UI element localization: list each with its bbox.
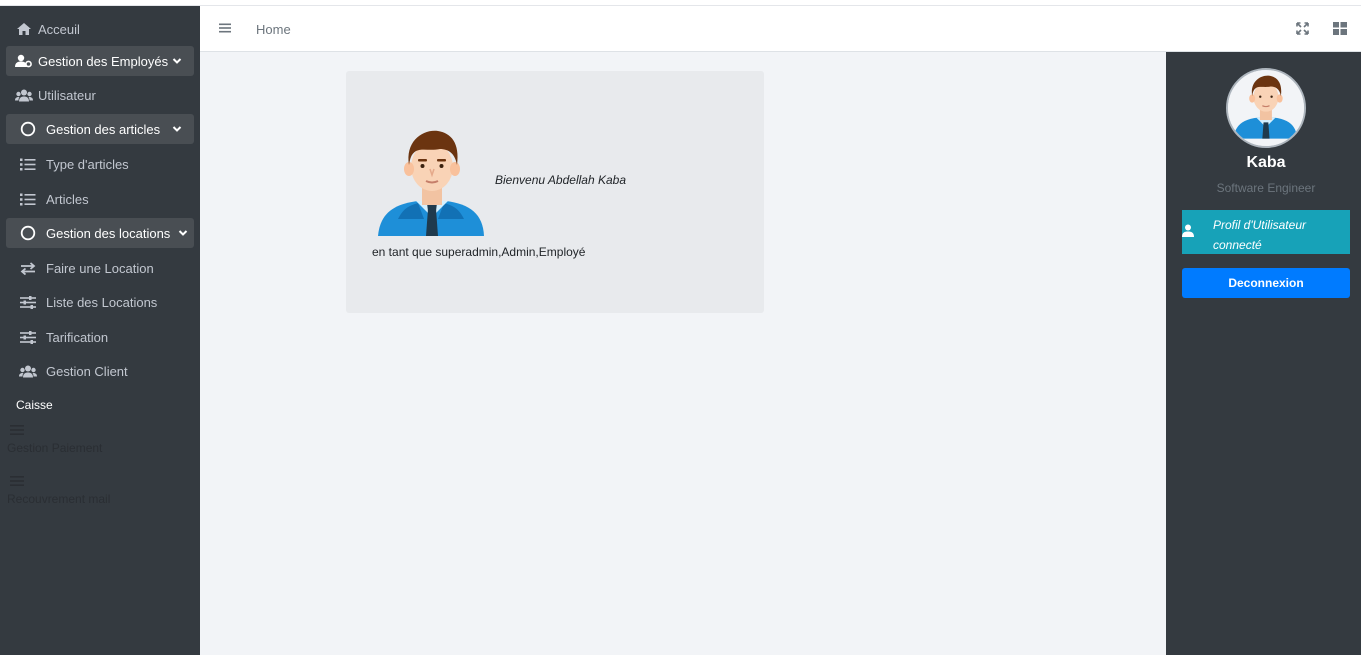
sidebar-item-articles[interactable]: Articles (6, 184, 194, 214)
top-navbar: Home (200, 6, 1361, 52)
profile-link-label: Profil d'Utilisateur connecté (1213, 218, 1306, 252)
sidebar-item-label: Gestion Paiement (7, 441, 103, 455)
sidebar-item-gestion-paiement[interactable]: Gestion Paiement (7, 424, 102, 455)
user-gear-icon (14, 54, 34, 68)
users-icon (18, 365, 38, 378)
welcome-message: Bienvenu Abdellah Kaba (495, 173, 626, 187)
hamburger-icon[interactable] (219, 22, 232, 37)
chevron-down-icon (172, 122, 182, 137)
sidebar-item-label: Gestion Client (46, 363, 128, 379)
sidebar-item-faire-location[interactable]: Faire une Location (6, 253, 194, 283)
grid-icon[interactable] (1333, 22, 1347, 38)
sidebar-item-label: Recouvrement mail (7, 492, 111, 506)
profile-job-title: Software Engineer (1216, 181, 1316, 195)
user-icon (1182, 224, 1194, 240)
hamburger-icon (10, 475, 110, 490)
sidebar-item-label: Gestion des Employés (38, 53, 169, 69)
sliders-icon (18, 330, 38, 344)
sidebar-item-label: Liste des Locations (46, 294, 158, 310)
users-icon (14, 89, 34, 102)
sidebar-item-liste-locations[interactable]: Liste des Locations (6, 287, 194, 317)
user-profile-panel: Kaba Software Engineer Profil d'Utilisat… (1166, 52, 1361, 655)
sidebar-item-tarification[interactable]: Tarification (6, 322, 194, 352)
user-roles-text: en tant que superadmin,Admin,Employé (372, 245, 586, 259)
sidebar-item-label: Articles (46, 191, 89, 207)
list-icon (18, 193, 38, 206)
profile-link[interactable]: Profil d'Utilisateur connecté (1182, 210, 1350, 254)
hamburger-icon (10, 424, 102, 439)
home-icon (14, 22, 34, 36)
welcome-card: Bienvenu Abdellah Kaba en tant que super… (346, 71, 764, 313)
sidebar-item-label: Acceuil (38, 21, 80, 37)
chevron-down-icon (172, 54, 182, 69)
sidebar-item-type-articles[interactable]: Type d'articles (6, 149, 194, 179)
logout-button[interactable]: Deconnexion (1182, 268, 1350, 298)
sidebar-item-recouvrement-mail[interactable]: Recouvrement mail (7, 475, 110, 506)
sidebar-item-acceuil[interactable]: Acceuil (6, 14, 194, 44)
sidebar-item-gestion-articles[interactable]: Gestion des articles (6, 114, 194, 144)
sidebar-section-caisse: Caisse (16, 398, 53, 412)
main-content: Bienvenu Abdellah Kaba en tant que super… (200, 52, 1166, 655)
expand-icon[interactable] (1296, 22, 1309, 38)
profile-avatar (1226, 68, 1306, 148)
sidebar-item-label: Utilisateur (38, 87, 96, 103)
sidebar-item-gestion-employes[interactable]: Gestion des Employés (6, 46, 194, 76)
sidebar-item-label: Tarification (46, 329, 109, 345)
list-icon (18, 158, 38, 171)
sidebar-item-gestion-locations[interactable]: Gestion des locations (6, 218, 194, 248)
circle-icon (18, 121, 38, 137)
user-avatar (378, 129, 486, 239)
sidebar-item-gestion-client[interactable]: Gestion Client (6, 356, 194, 386)
sidebar: Acceuil Gestion des Employés Utilisateur… (0, 6, 200, 655)
exchange-icon (18, 261, 38, 275)
breadcrumb-home[interactable]: Home (256, 22, 291, 37)
profile-name: Kaba (1246, 154, 1286, 171)
chevron-down-icon (178, 226, 188, 241)
sliders-icon (18, 295, 38, 309)
sidebar-item-utilisateur[interactable]: Utilisateur (6, 80, 194, 110)
sidebar-item-label: Gestion des articles (46, 121, 161, 137)
sidebar-item-label: Gestion des locations (46, 225, 171, 241)
sidebar-item-label: Faire une Location (46, 260, 154, 276)
circle-icon (18, 225, 38, 241)
sidebar-item-label: Type d'articles (46, 156, 129, 172)
